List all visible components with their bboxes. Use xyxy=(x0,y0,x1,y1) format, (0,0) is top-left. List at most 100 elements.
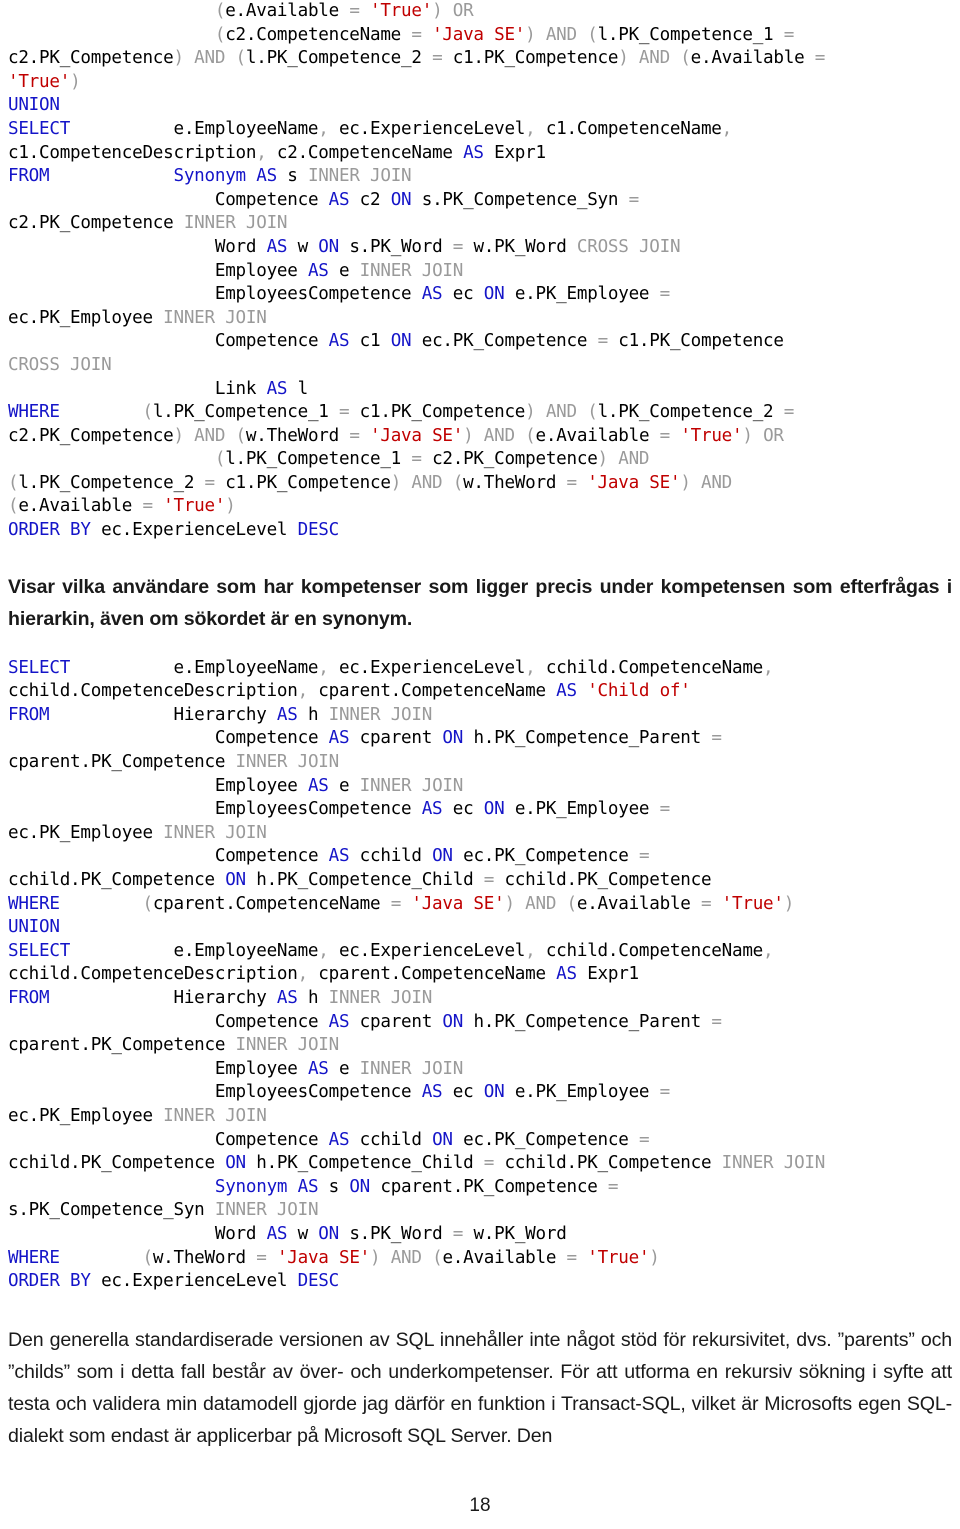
sql-token-op: ) xyxy=(432,1,453,21)
sql-token-op: ) xyxy=(504,893,526,914)
sql-token-kw: AS xyxy=(328,728,360,749)
sql-token-pl: e xyxy=(338,260,360,281)
sql-token-op: AND xyxy=(638,48,681,69)
sql-token-op: , xyxy=(256,142,277,163)
sql-line: Competence AS cparent ON h.PK_Competence… xyxy=(8,728,732,772)
sql-token-pl: cchild.PK_Competence xyxy=(8,870,226,890)
sql-token-pl: e.Available xyxy=(690,48,815,69)
sql-token-op: INNER JOIN xyxy=(163,1105,267,1126)
sql-token-op: INNER JOIN xyxy=(328,987,433,1008)
sql-token-kw: ON xyxy=(432,846,464,867)
sql-token-pl: h.PK_Competence_Parent xyxy=(473,1011,712,1032)
sql-token-op: = xyxy=(711,1011,722,1032)
sql-token-kw: AS xyxy=(328,1129,360,1150)
paragraph-query-description: Visar vilka användare som har kompetense… xyxy=(8,575,952,630)
sql-token-op: AND xyxy=(701,472,733,493)
sql-token-op: = xyxy=(659,425,681,446)
sql-token-op: = xyxy=(142,496,164,517)
sql-token-op: , xyxy=(763,940,774,961)
sql-token-kw: WHERE xyxy=(8,402,60,423)
sql-token-pl: w.PK_Word xyxy=(473,1223,567,1244)
sql-token-op: , xyxy=(525,657,546,678)
sql-token-kw: ORDER BY xyxy=(8,520,102,541)
sql-token-kw: ON xyxy=(483,284,515,305)
sql-token-kw: FROM xyxy=(8,166,50,187)
sql-token-op: ( xyxy=(59,402,153,423)
sql-token-op: = xyxy=(483,870,505,890)
sql-line: UNION xyxy=(8,917,60,937)
sql-token-pl: c2.PK_Competence xyxy=(8,213,184,234)
sql-token-pl: e.PK_Employee xyxy=(514,284,660,305)
sql-token-op: = xyxy=(204,472,226,493)
sql-token-op: AND xyxy=(525,893,567,914)
sql-token-pl: l.PK_Competence_2 xyxy=(18,472,205,493)
sql-token-pl: l.PK_Competence_2 xyxy=(245,48,433,69)
sql-token-kw: DESC xyxy=(297,1271,340,1292)
sql-token-kw: ON xyxy=(225,1153,257,1174)
sql-token-pl: cparent.CompetenceName xyxy=(318,964,557,985)
sql-token-kw: AS xyxy=(307,1058,339,1079)
sql-token-kw: AS xyxy=(328,1011,360,1032)
sql-token-op: AND xyxy=(390,1247,433,1268)
sql-token-op: OR xyxy=(452,1,474,21)
sql-token-kw: AS xyxy=(556,681,588,702)
sql-token-pl: l xyxy=(297,378,309,399)
sql-token-op: INNER JOIN xyxy=(163,822,267,843)
sql-token-op: INNER JOIN xyxy=(235,1035,340,1056)
sql-token-str: 'True' xyxy=(163,496,226,517)
sql-token-pl: c1.CompetenceName xyxy=(545,118,722,139)
sql-token-pl: ec.PK_Competence xyxy=(463,846,639,867)
sql-line: Competence AS cparent ON h.PK_Competence… xyxy=(8,1012,732,1056)
sql-token-pl: cparent.PK_Competence xyxy=(8,1035,236,1056)
sql-token-op: ( xyxy=(235,48,247,69)
sql-token-kw: AS xyxy=(276,987,308,1008)
sql-token-op: ( xyxy=(587,402,598,423)
sql-token-op: INNER JOIN xyxy=(235,752,340,773)
sql-token-pl: Link xyxy=(8,378,267,399)
paragraph-recursion-discussion: Den generella standardiserade versionen … xyxy=(8,1328,952,1447)
sql-token-op: ( xyxy=(59,1247,153,1268)
sql-token-pl: ec.PK_Employee xyxy=(8,307,164,328)
sql-line: (l.PK_Competence_1 = c2.PK_Competence) A… xyxy=(8,449,742,516)
sql-token-pl: cchild.CompetenceDescription xyxy=(8,964,298,985)
sql-line: SELECT e.EmployeeName, ec.ExperienceLeve… xyxy=(8,119,742,163)
sql-token-pl: c1.PK_Competence xyxy=(618,331,784,352)
sql-token-pl: ec xyxy=(452,799,484,820)
sql-token-op: ( xyxy=(8,449,226,470)
sql-token-pl: e.PK_Employee xyxy=(514,1082,660,1103)
sql-token-pl: ec.ExperienceLevel xyxy=(338,118,526,139)
sql-token-kw: AS xyxy=(297,1176,329,1197)
sql-token-pl: cchild.PK_Competence xyxy=(504,1153,722,1174)
sql-token-pl: cchild.CompetenceDescription xyxy=(8,681,298,702)
sql-token-pl: c2.CompetenceName xyxy=(225,24,412,45)
sql-token-op: , xyxy=(318,118,339,139)
sql-token-pl: w xyxy=(297,1223,319,1244)
sql-token-pl: Hierarchy xyxy=(49,987,277,1008)
sql-token-pl: w.PK_Word xyxy=(473,236,577,257)
sql-token-pl: h.PK_Competence_Parent xyxy=(473,728,712,749)
sql-token-pl: ec.PK_Competence xyxy=(463,1129,639,1150)
sql-token-kw: AS xyxy=(266,378,298,399)
sql-token-op: , xyxy=(318,657,339,678)
sql-token-op: INNER JOIN xyxy=(307,166,412,187)
sql-token-str: 'True' xyxy=(370,1,433,21)
sql-token-kw: ON xyxy=(442,1011,474,1032)
sql-token-tbl: Synonym xyxy=(8,1176,298,1197)
sql-token-kw: UNION xyxy=(8,917,60,938)
sql-token-pl: s.PK_Word xyxy=(349,1223,453,1244)
sql-token-op: ( xyxy=(587,24,598,45)
sql-token-pl: cparent xyxy=(359,728,443,749)
sql-token-pl: Employee xyxy=(8,1058,308,1079)
sql-line: EmployeesCompetence AS ec ON e.PK_Employ… xyxy=(8,284,680,328)
sql-token-pl: e.EmployeeName xyxy=(70,118,319,139)
sql-token-tbl: Synonym xyxy=(173,166,257,187)
sql-token-op: ) xyxy=(525,402,546,423)
sql-token-op: ( xyxy=(8,24,226,45)
sql-line: ORDER BY ec.ExperienceLevel DESC xyxy=(8,1271,339,1291)
sql-token-pl: c1 xyxy=(359,331,391,352)
sql-token-pl: cparent.PK_Competence xyxy=(380,1176,608,1197)
sql-token-op: = xyxy=(411,24,433,45)
sql-token-pl: cparent.CompetenceName xyxy=(152,893,391,914)
sql-token-pl: s xyxy=(328,1176,350,1197)
